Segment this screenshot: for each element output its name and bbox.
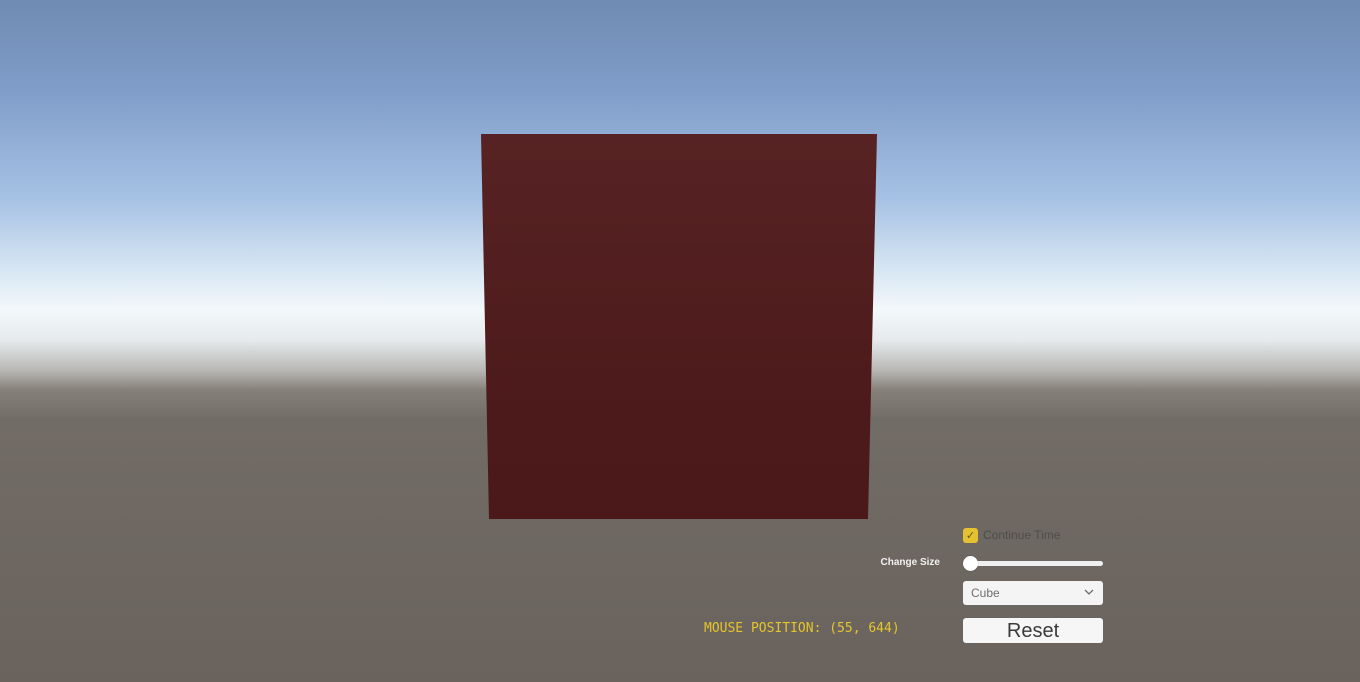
slider-handle[interactable]	[963, 556, 978, 571]
shape-dropdown[interactable]: Cube	[963, 581, 1103, 605]
checkbox-check-icon[interactable]: ✓	[963, 527, 978, 543]
slider-track[interactable]	[967, 561, 1103, 566]
change-size-label: Change Size	[880, 557, 940, 568]
continue-time-toggle[interactable]: ✓ Continue Time	[963, 526, 1060, 544]
mouse-position-readout: MOUSE POSITION: (55, 644)	[704, 621, 900, 636]
chevron-down-icon	[1084, 589, 1094, 595]
reset-button[interactable]: Reset	[963, 618, 1103, 643]
continue-time-label: Continue Time	[983, 528, 1061, 542]
change-size-slider[interactable]	[963, 556, 1104, 571]
shape-dropdown-value: Cube	[971, 586, 1000, 600]
